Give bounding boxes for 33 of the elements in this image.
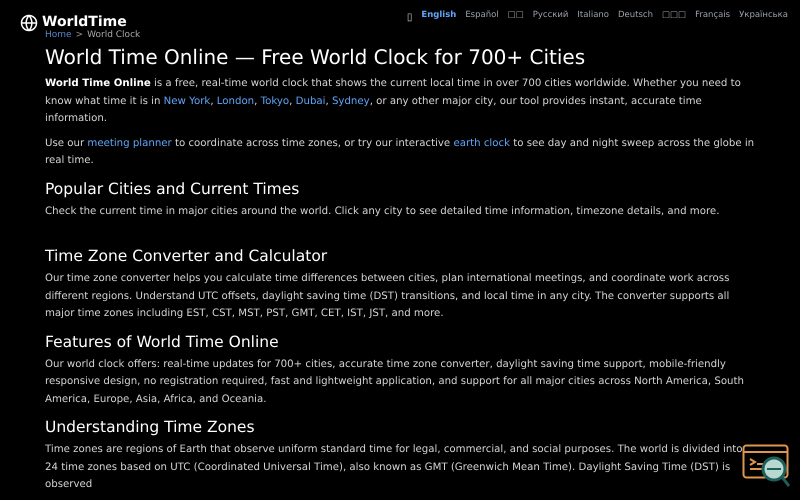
text-link[interactable]: Tokyo [260,96,290,106]
paragraph: Time zones are regions of Earth that observe uniform standard time for legal, commercial, and social purposes. The world is divided into 24 time zones based on UTC (Coordinated Universal Time), also known as GMT (Greenwich Mean Time). Daylight Saving Time (DST) is observed [45,443,744,492]
language-link[interactable]: Українська [739,9,788,22]
section-heading: Popular Cities and Current Times [45,178,300,198]
language-link[interactable]: Italiano [577,9,609,22]
globe-icon [20,14,38,32]
paragraph: Our world clock offers: real-time updates for 700+ cities, accurate time zone converter, daylight saving time support, mobile-friendly responsive design, no registration required, fast and lightweight application, and support for all major cities across North America, South America, Europe, Asia, Africa, and Oceania. [45,358,745,406]
text-link[interactable]: Sydney [332,96,370,106]
language-link[interactable]: Русский [532,9,568,22]
paragraph: World Time Online is a free, real-time world clock that shows the current local time in over 700 cities worldwide. Whether you need to know what time it is in New York, London, Tokyo, Dubai, Sydney, or any other major city, our tool provides instant, accurate time information. [45,77,742,126]
breadcrumb-link[interactable]: Home [45,28,72,42]
section-heading: Understanding Time Zones [45,417,256,437]
paragraph: Use our meeting planner to coordinate across time zones, or try our interactive earth clock to see day and night sweep across the globe in real time. [45,136,755,168]
text-link[interactable]: Dubai [296,96,326,106]
text-link[interactable]: meeting planner [87,138,172,148]
paragraph: Check the current time in major cities around the world. Click any city to see detailed time information, timezone details, and more. [45,204,720,218]
section-heading: Time Zone Converter and Calculator [45,246,328,266]
text-link[interactable]: New York [164,96,210,106]
language-link[interactable]: □□□ [662,9,686,22]
breadcrumb-current: World Clock [87,28,140,42]
language-link[interactable]: Deutsch [618,9,653,22]
language-icon: ▯ [406,10,412,25]
language-link[interactable]: Español [465,9,499,22]
section-heading: Features of World Time Online [45,332,280,352]
text-link[interactable]: earth clock [453,138,510,148]
paragraph: Our time zone converter helps you calculate time differences between cities, plan international meetings, and coordinate work across different regions. Understand UTC offsets, daylight saving time (DST) transitions, and local time in any city. The converter supports all major time zones including EST, CST, MST, PST, GMT, CET, IST, JST, and more. [45,272,730,321]
page-title: World Time Online — Free World Clock for 700+ Cities [45,45,586,69]
language-link[interactable]: □□ [508,9,524,22]
breadcrumb-separator: > [76,28,84,42]
language-link[interactable]: Français [695,9,730,22]
language-link[interactable]: English [421,9,456,22]
text-link[interactable]: London [216,96,254,106]
console-search-icon[interactable] [742,444,792,490]
